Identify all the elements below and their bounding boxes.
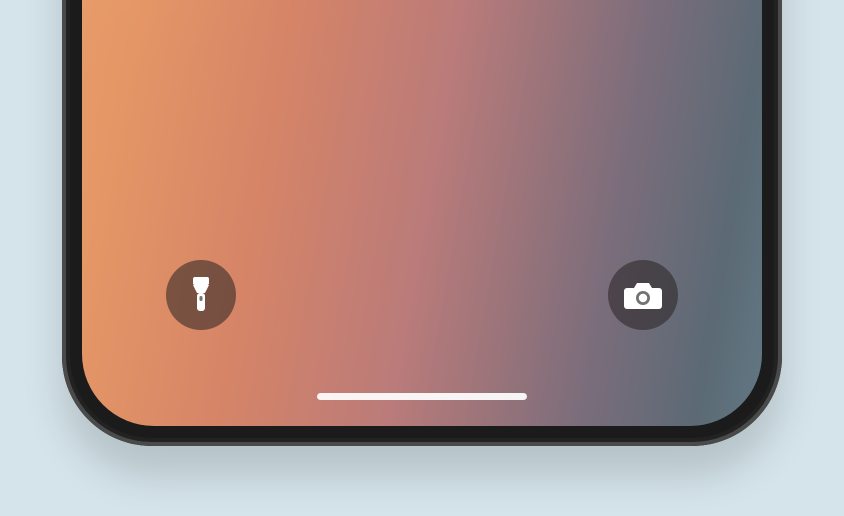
flashlight-button[interactable] xyxy=(166,260,236,330)
lock-screen: Fasting🍽️ ✓ Done now xyxy=(82,0,762,426)
camera-icon xyxy=(623,279,663,311)
home-indicator[interactable] xyxy=(317,393,527,400)
flashlight-icon xyxy=(186,275,216,315)
phone-frame: Fasting🍽️ ✓ Done now xyxy=(62,0,782,446)
camera-button[interactable] xyxy=(608,260,678,330)
stage: Fasting🍽️ ✓ Done now xyxy=(0,0,844,516)
